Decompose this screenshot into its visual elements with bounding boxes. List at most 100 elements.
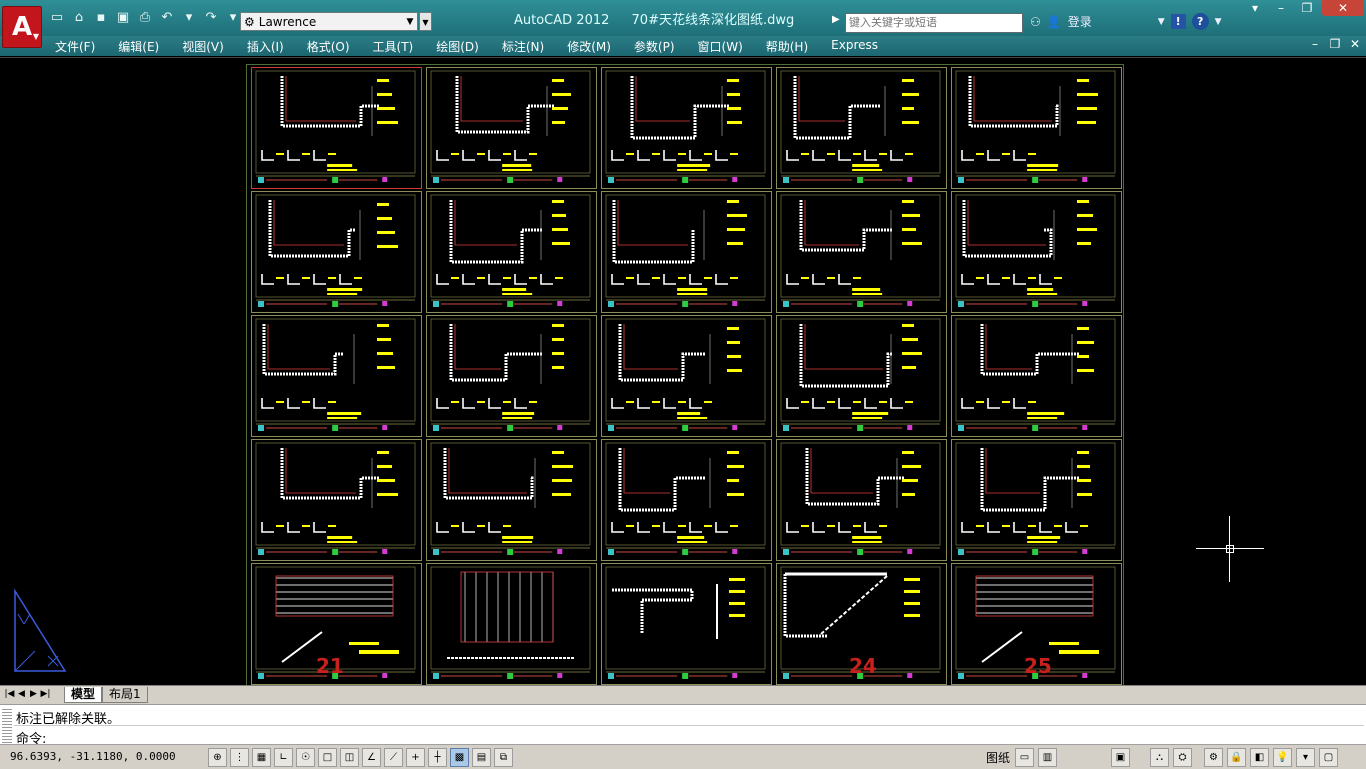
undo-dropdown-icon[interactable]: ▾ <box>180 9 198 27</box>
minimize-icon[interactable]: – <box>1270 0 1292 16</box>
application-menu-button[interactable]: A ▼ <box>2 6 42 48</box>
polar-icon[interactable]: ☉ <box>296 748 315 767</box>
menu-format[interactable]: 格式(O) <box>307 38 350 55</box>
selection-cycling-icon[interactable]: ⧉ <box>494 748 513 767</box>
3d-osnap-icon[interactable]: ◫ <box>340 748 359 767</box>
menu-edit[interactable]: 编辑(E) <box>118 38 159 55</box>
infer-constraints-icon[interactable]: ⊕ <box>208 748 227 767</box>
drawing-sheet <box>601 315 772 437</box>
menu-draw[interactable]: 绘图(D) <box>436 38 479 55</box>
ortho-icon[interactable]: ∟ <box>274 748 293 767</box>
menu-tools[interactable]: 工具(T) <box>373 38 414 55</box>
drawing-sheet <box>426 191 597 313</box>
minimize-window-icon[interactable]: ▾ <box>1244 0 1266 16</box>
redo-icon[interactable]: ↷ <box>202 9 220 27</box>
sheet-number: 25 <box>1024 654 1052 678</box>
account-area: ⚇ 👤 登录 ▼ ! ? ▼ <box>1030 13 1222 30</box>
annotation-visibility-icon[interactable]: ⛭ <box>1173 748 1192 767</box>
next-tab-icon[interactable]: ▶ <box>28 688 39 700</box>
tab-layout1[interactable]: 布局1 <box>102 687 148 703</box>
login-dropdown-icon[interactable]: ▼ <box>1158 17 1165 27</box>
clean-screen-icon[interactable]: ▢ <box>1319 748 1338 767</box>
drawing-sheet <box>601 439 772 561</box>
quick-properties-icon[interactable]: ▤ <box>472 748 491 767</box>
drawing-sheet <box>251 439 422 561</box>
lock-icon[interactable]: 🔒 <box>1227 748 1246 767</box>
window-title: AutoCAD 2012 70#天花线条深化图纸.dwg <box>514 9 812 28</box>
lineweight-icon[interactable]: ┼ <box>428 748 447 767</box>
chevron-down-icon: ▼ <box>406 16 414 27</box>
menu-help[interactable]: 帮助(H) <box>766 38 808 55</box>
drawing-sheet <box>776 191 947 313</box>
drawing-canvas[interactable]: 21 24 25 <box>0 57 1366 686</box>
status-bar: 96.6393, -31.1180, 0.0000 ⊕ ⋮ ▦ ∟ ☉ □ ◫ … <box>0 744 1366 769</box>
open-icon[interactable]: ⌂ <box>70 9 88 27</box>
menu-view[interactable]: 视图(V) <box>182 38 224 55</box>
drawing-sheet <box>951 191 1122 313</box>
binoculars-icon[interactable]: ⚇ <box>1030 15 1041 29</box>
cursor-pickbox <box>1226 545 1234 553</box>
grid-icon[interactable]: ▦ <box>252 748 271 767</box>
help-dropdown-icon[interactable]: ▼ <box>1215 17 1222 27</box>
quick-view-icon[interactable]: ▥ <box>1038 748 1057 767</box>
hardware-acceleration-icon[interactable]: ◧ <box>1250 748 1269 767</box>
communication-center-icon[interactable]: ! <box>1170 14 1186 29</box>
window-controls: ▾ – ❐ ✕ <box>1244 0 1364 16</box>
transparency-icon[interactable]: ▩ <box>450 748 469 767</box>
menu-bar: 文件(F) 编辑(E) 视图(V) 插入(I) 格式(O) 工具(T) 绘图(D… <box>0 36 1366 56</box>
help-icon[interactable]: ? <box>1191 13 1209 30</box>
paper-space-label[interactable]: 图纸 <box>986 749 1010 766</box>
tab-model[interactable]: 模型 <box>64 687 103 703</box>
isolate-objects-icon[interactable]: 💡 <box>1273 748 1292 767</box>
status-menu-icon[interactable]: ▾ <box>1296 748 1315 767</box>
annotation-scale-icon[interactable]: ⛬ <box>1150 748 1169 767</box>
document-controls: – ❐ ✕ <box>1308 37 1362 51</box>
workspace-switch-icon[interactable]: ⚙ <box>1204 748 1223 767</box>
first-tab-icon[interactable]: |◀ <box>4 688 15 700</box>
close-icon[interactable]: ✕ <box>1322 0 1364 16</box>
doc-minimize-icon[interactable]: – <box>1308 37 1322 51</box>
drawing-sheet <box>601 67 772 189</box>
workspace-select[interactable]: ⚙ Lawrence ▼ <box>240 12 418 31</box>
search-expand-icon[interactable]: ▶ <box>832 14 840 25</box>
maximize-viewport-icon[interactable]: ▣ <box>1111 748 1130 767</box>
otrack-icon[interactable]: ∠ <box>362 748 381 767</box>
command-grip[interactable] <box>2 709 12 743</box>
app-title: AutoCAD 2012 <box>514 13 610 28</box>
customize-qat-button[interactable]: ▼ <box>419 12 432 31</box>
undo-icon[interactable]: ↶ <box>158 9 176 27</box>
menu-parametric[interactable]: 参数(P) <box>634 38 675 55</box>
doc-restore-icon[interactable]: ❐ <box>1328 37 1342 51</box>
drawing-sheet <box>251 67 422 189</box>
menu-window[interactable]: 窗口(W) <box>698 38 743 55</box>
prev-tab-icon[interactable]: ◀ <box>16 688 27 700</box>
title-bar: ▭ ⌂ ▪ ▣ ⎙ ↶ ▾ ↷ ▾ ⚙ Lawrence ▼ ▼ AutoCAD… <box>0 0 1366 37</box>
login-link[interactable]: 登录 <box>1068 13 1092 30</box>
ducs-icon[interactable]: ⟋ <box>384 748 403 767</box>
doc-close-icon[interactable]: ✕ <box>1348 37 1362 51</box>
drawing-sheet <box>251 191 422 313</box>
snap-icon[interactable]: ⋮ <box>230 748 249 767</box>
print-icon[interactable]: ⎙ <box>136 9 154 27</box>
save-as-icon[interactable]: ▣ <box>114 9 132 27</box>
layout-view-icon[interactable]: ▭ <box>1015 748 1034 767</box>
drawing-sheet: 25 <box>951 563 1122 685</box>
drawing-sheet <box>251 315 422 437</box>
save-icon[interactable]: ▪ <box>92 9 110 27</box>
coordinate-readout[interactable]: 96.6393, -31.1180, 0.0000 <box>10 750 176 763</box>
dyn-icon[interactable]: + <box>406 748 425 767</box>
menu-file[interactable]: 文件(F) <box>55 38 95 55</box>
new-icon[interactable]: ▭ <box>48 9 66 27</box>
menu-modify[interactable]: 修改(M) <box>567 38 611 55</box>
restore-icon[interactable]: ❐ <box>1296 0 1318 16</box>
sheet-number: 24 <box>849 654 877 678</box>
menu-insert[interactable]: 插入(I) <box>247 38 284 55</box>
drawing-sheet <box>426 67 597 189</box>
menu-dimension[interactable]: 标注(N) <box>502 38 544 55</box>
drafting-toggles: ⊕ ⋮ ▦ ∟ ☉ □ ◫ ∠ ⟋ + ┼ ▩ ▤ ⧉ <box>208 748 513 767</box>
last-tab-icon[interactable]: ▶| <box>40 688 51 700</box>
search-input[interactable] <box>845 13 1023 33</box>
osnap-icon[interactable]: □ <box>318 748 337 767</box>
menu-express[interactable]: Express <box>831 38 878 55</box>
drawing-sheet <box>601 191 772 313</box>
